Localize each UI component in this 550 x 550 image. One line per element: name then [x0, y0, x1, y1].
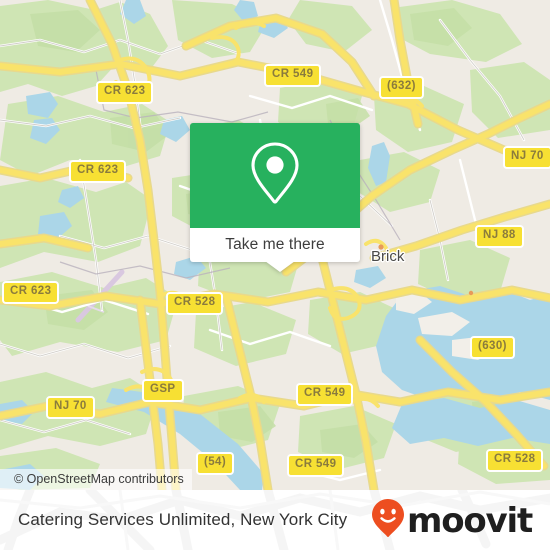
place-label-brick: Brick: [371, 248, 405, 265]
road-shield: CR 623: [96, 81, 154, 104]
footer-content: Catering Services Unlimited, New York Ci…: [0, 490, 550, 550]
road-shield: GSP: [142, 379, 184, 402]
footer-bar: Catering Services Unlimited, New York Ci…: [0, 490, 550, 550]
road-shield: CR 549: [264, 64, 322, 87]
road-shield: CR 549: [296, 383, 354, 406]
road-shield: (630): [470, 336, 515, 359]
road-shield: (54): [196, 452, 235, 475]
moovit-wordmark: moovit: [406, 501, 533, 541]
callout-pointer: [265, 261, 295, 272]
take-me-there-button[interactable]: Take me there: [190, 228, 360, 262]
callout-icon-panel: [190, 123, 360, 228]
road-shield: (632): [379, 76, 424, 99]
take-me-there-label: Take me there: [225, 236, 325, 253]
road-shield: CR 549: [287, 454, 345, 477]
map-canvas[interactable]: CR 623 CR 549 (632) CR 623 NJ 70 NJ 88 C…: [0, 0, 550, 490]
moovit-logo[interactable]: moovit: [371, 498, 533, 543]
location-callout-card[interactable]: Take me there: [190, 123, 360, 272]
road-shield: CR 528: [486, 449, 544, 472]
moovit-smiley-pin-icon: [371, 498, 405, 543]
road-shield: CR 623: [2, 281, 60, 304]
road-shield: NJ 70: [46, 396, 95, 419]
road-shield: NJ 88: [475, 225, 524, 248]
road-shield: CR 623: [69, 160, 127, 183]
page-title: Catering Services Unlimited, New York Ci…: [18, 510, 348, 529]
map-attribution[interactable]: © OpenStreetMap contributors: [0, 469, 192, 490]
map-pin-icon: [247, 140, 303, 211]
road-shield: NJ 70: [503, 146, 550, 169]
road-shield: CR 528: [166, 292, 224, 315]
map-screenshot-page: CR 623 CR 549 (632) CR 623 NJ 70 NJ 88 C…: [0, 0, 550, 550]
